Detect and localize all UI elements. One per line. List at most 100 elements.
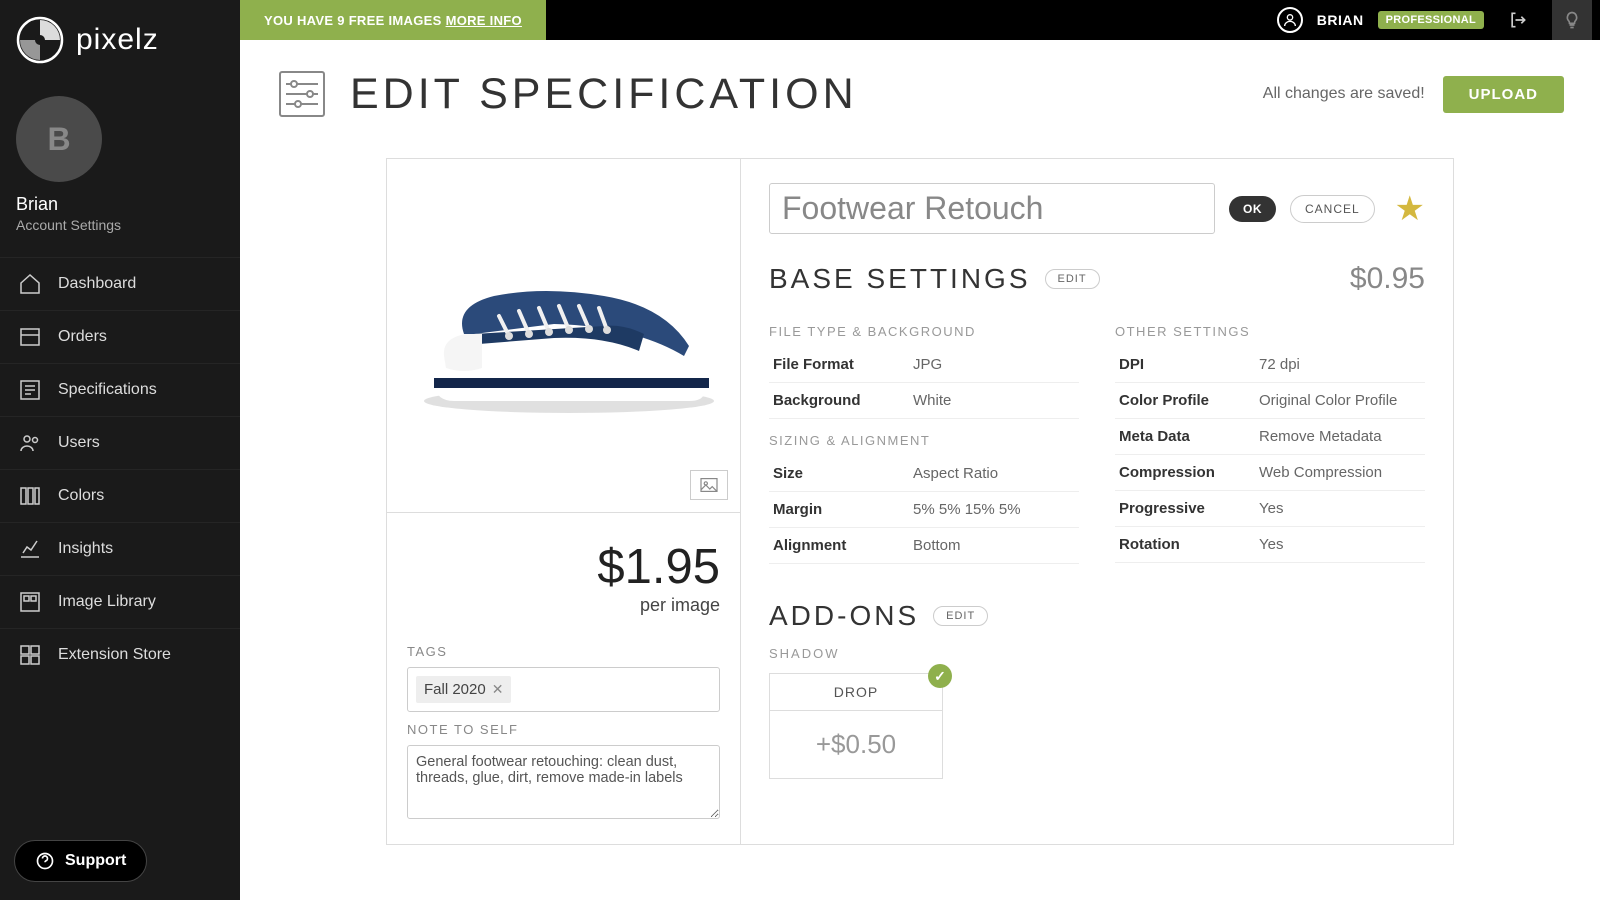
setting-key: Alignment [773,537,913,554]
shoe-illustration [404,256,724,416]
nav-label: Extension Store [58,646,171,664]
save-status: All changes are saved! [1263,85,1425,103]
page-title: EDIT SPECIFICATION [350,70,858,119]
tags-label: TAGS [407,644,720,659]
setting-val: 72 dpi [1259,356,1300,373]
sliders-icon [276,68,328,120]
chart-icon [18,537,42,561]
star-icon[interactable]: ★ [1395,189,1425,229]
tags-input[interactable]: Fall 2020✕ [407,667,720,712]
cancel-button[interactable]: CANCEL [1290,195,1375,223]
base-settings-title: BASE SETTINGS [769,263,1031,295]
preview-image [387,159,740,513]
addon-drop-shadow[interactable]: ✓ DROP +$0.50 [769,673,943,779]
nav-image-library[interactable]: Image Library [0,575,240,628]
library-icon [18,590,42,614]
edit-base-button[interactable]: EDIT [1045,269,1100,289]
setting-key: Size [773,465,913,482]
setting-row: Color ProfileOriginal Color Profile [1115,383,1425,419]
nav-orders[interactable]: Orders [0,310,240,363]
nav: Dashboard Orders Specifications Users Co… [0,257,240,681]
tag-chip: Fall 2020✕ [416,676,511,703]
setting-key: Background [773,392,913,409]
promo-link[interactable]: MORE INFO [446,13,522,28]
setting-row: CompressionWeb Compression [1115,455,1425,491]
image-picker-icon[interactable] [690,470,728,500]
note-textarea[interactable] [407,745,720,819]
promo-banner: YOU HAVE 9 FREE IMAGES MORE INFO [240,0,546,40]
setting-key: Color Profile [1119,392,1259,409]
nav-extension-store[interactable]: Extension Store [0,628,240,681]
spec-icon [18,378,42,402]
setting-key: Meta Data [1119,428,1259,445]
help-icon [35,851,55,871]
setting-key: File Format [773,356,913,373]
setting-row: DPI72 dpi [1115,347,1425,383]
nav-label: Colors [58,487,104,505]
setting-key: DPI [1119,356,1259,373]
setting-val: Yes [1259,500,1283,517]
profile-block[interactable]: B Brian Account Settings [0,80,240,249]
group-label: FILE TYPE & BACKGROUND [769,324,1079,339]
setting-key: Compression [1119,464,1259,481]
nav-specifications[interactable]: Specifications [0,363,240,416]
setting-val: Aspect Ratio [913,465,998,482]
main: EDIT SPECIFICATION All changes are saved… [240,0,1600,900]
nav-label: Users [58,434,100,452]
tag-remove-icon[interactable]: ✕ [492,681,504,698]
logo[interactable]: pixelz [0,0,240,80]
shadow-label: SHADOW [769,646,1425,661]
page-header: EDIT SPECIFICATION All changes are saved… [240,40,1600,138]
card-right: OK CANCEL ★ BASE SETTINGS EDIT $0.95 FIL… [741,159,1453,844]
group-label: SIZING & ALIGNMENT [769,433,1079,448]
nav-label: Image Library [58,593,156,611]
price-sub: per image [407,595,720,616]
logo-text: pixelz [76,23,159,57]
edit-addons-button[interactable]: EDIT [933,606,988,626]
username[interactable]: BRIAN [1317,12,1364,28]
setting-row: Margin5% 5% 15% 5% [769,492,1079,528]
orders-icon [18,325,42,349]
note-label: NOTE TO SELF [407,722,720,737]
price: $1.95 [407,539,720,595]
setting-row: ProgressiveYes [1115,491,1425,527]
nav-label: Orders [58,328,107,346]
upload-button[interactable]: UPLOAD [1443,76,1564,113]
nav-insights[interactable]: Insights [0,522,240,575]
setting-row: SizeAspect Ratio [769,456,1079,492]
plan-badge: PROFESSIONAL [1378,11,1484,29]
home-icon [18,272,42,296]
spec-card: $1.95 per image TAGS Fall 2020✕ NOTE TO … [386,158,1454,845]
nav-users[interactable]: Users [0,416,240,469]
colors-icon [18,484,42,508]
user-avatar-icon[interactable] [1277,7,1303,33]
nav-label: Dashboard [58,275,136,293]
setting-val: Original Color Profile [1259,392,1397,409]
addon-price: +$0.50 [770,711,942,778]
group-label: OTHER SETTINGS [1115,324,1425,339]
profile-name: Brian [16,194,224,215]
spec-name-input[interactable] [769,183,1215,234]
setting-row: BackgroundWhite [769,383,1079,419]
setting-key: Margin [773,501,913,518]
setting-val: Yes [1259,536,1283,553]
card-left: $1.95 per image TAGS Fall 2020✕ NOTE TO … [387,159,741,844]
topbar: YOU HAVE 9 FREE IMAGES MORE INFO BRIAN P… [240,0,1600,40]
promo-text: YOU HAVE 9 FREE IMAGES [264,13,442,28]
logout-icon[interactable] [1498,0,1538,40]
addons-title: ADD-ONS [769,600,919,632]
nav-dashboard[interactable]: Dashboard [0,257,240,310]
setting-val: JPG [913,356,942,373]
bulb-icon[interactable] [1552,0,1592,40]
setting-row: RotationYes [1115,527,1425,563]
nav-colors[interactable]: Colors [0,469,240,522]
sidebar: pixelz B Brian Account Settings Dashboar… [0,0,240,900]
support-label: Support [65,852,126,870]
support-button[interactable]: Support [14,840,147,882]
addon-name: DROP [770,674,942,711]
nav-label: Specifications [58,381,157,399]
setting-row: AlignmentBottom [769,528,1079,564]
ok-button[interactable]: OK [1229,196,1276,222]
setting-val: Web Compression [1259,464,1382,481]
profile-sub: Account Settings [16,217,224,233]
